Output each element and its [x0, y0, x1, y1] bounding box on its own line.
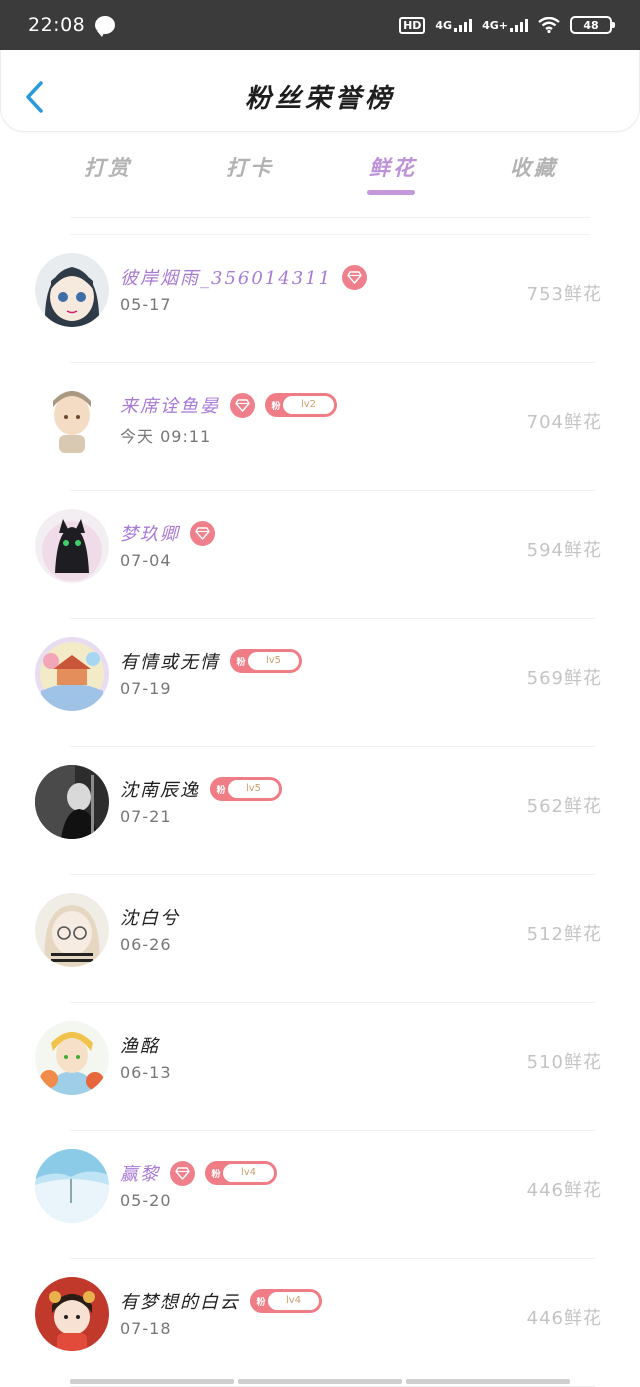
battery-icon: 48: [570, 16, 615, 34]
tab-favorites[interactable]: 收藏: [510, 152, 558, 182]
fan-level-badge: 粉 lv5: [230, 649, 302, 673]
home-indicator: [70, 1379, 570, 1384]
diamond-icon: [170, 1160, 195, 1186]
name-line: 沈南辰逸粉 lv5: [120, 777, 282, 801]
avatar[interactable]: [35, 1277, 109, 1351]
fan-row[interactable]: 有梦想的白云粉 lv4 07-18 446鲜花: [0, 1259, 640, 1387]
divider: [70, 217, 590, 218]
tab-reward[interactable]: 打赏: [84, 152, 132, 182]
flower-count: 446鲜花: [526, 1180, 602, 1201]
avatar[interactable]: [35, 1021, 109, 1095]
diamond-icon: [190, 520, 215, 546]
fan-date: 06-26: [120, 935, 172, 954]
hd-icon: HD: [399, 16, 426, 34]
fan-info: 彼岸烟雨_356014311 05-17: [120, 264, 368, 314]
fan-row[interactable]: 沈南辰逸粉 lv5 07-21 562鲜花: [0, 747, 640, 875]
flower-count: 512鲜花: [526, 924, 602, 945]
wifi-icon: [538, 17, 560, 33]
avatar[interactable]: [35, 893, 109, 967]
signal-icon-2: 4G+: [482, 18, 528, 32]
name-line: 有梦想的白云粉 lv4: [120, 1289, 322, 1313]
page-title: 粉丝荣誉榜: [244, 84, 395, 114]
header: 粉丝荣誉榜: [0, 50, 640, 132]
fan-level-badge: 粉 lv5: [210, 777, 282, 801]
flower-count: 569鲜花: [526, 668, 602, 689]
fan-date: 06-13: [120, 1063, 172, 1082]
flower-count: 562鲜花: [526, 796, 602, 817]
fan-row[interactable]: 沈白兮 06-26 512鲜花: [0, 875, 640, 1003]
fan-info: 有情或无情粉 lv5 07-19: [120, 649, 302, 698]
fan-row[interactable]: 有情或无情粉 lv5 07-19 569鲜花: [0, 619, 640, 747]
fan-name: 梦玖卿: [120, 524, 180, 545]
fan-level: lv4: [268, 1292, 319, 1310]
fan-row[interactable]: 渔酩 06-13 510鲜花: [0, 1003, 640, 1131]
status-bar: 22:08 HD 4G 4G+ 48: [0, 0, 640, 50]
tab-checkin[interactable]: 打卡: [226, 152, 274, 182]
fan-name: 来席诠鱼晏: [120, 396, 220, 417]
fan-row[interactable]: 彼岸烟雨_356014311 05-17 753鲜花: [0, 235, 640, 363]
flower-count: 510鲜花: [526, 1052, 602, 1073]
name-line: 有情或无情粉 lv5: [120, 649, 302, 673]
status-indicators: HD 4G 4G+ 48: [399, 16, 615, 34]
fan-ranking-list: 彼岸烟雨_356014311 05-17 753鲜花来席诠鱼晏 粉 lv2 今天 09:1…: [0, 235, 640, 1387]
fan-name: 渔酩: [120, 1036, 160, 1057]
avatar[interactable]: [35, 381, 109, 455]
fan-date: 07-19: [120, 679, 172, 698]
fan-info: 梦玖卿 07-04: [120, 520, 215, 570]
name-line: 梦玖卿: [120, 520, 215, 546]
name-line: 赢黎 粉 lv4: [120, 1160, 277, 1186]
name-line: 彼岸烟雨_356014311: [120, 264, 368, 290]
name-line: 来席诠鱼晏 粉 lv2: [120, 392, 337, 418]
avatar[interactable]: [35, 509, 109, 583]
flower-count: 594鲜花: [526, 540, 602, 561]
flower-count: 446鲜花: [526, 1308, 602, 1329]
fan-info: 来席诠鱼晏 粉 lv2 今天 09:11: [120, 392, 337, 447]
status-time: 22:08: [28, 14, 86, 36]
fan-info: 沈白兮 06-26: [120, 905, 180, 954]
fan-level: lv2: [283, 396, 334, 414]
avatar[interactable]: [35, 637, 109, 711]
fan-date: 07-21: [120, 807, 172, 826]
fan-level-badge: 粉 lv2: [265, 393, 337, 417]
fan-name: 沈南辰逸: [120, 780, 200, 801]
fan-name: 有梦想的白云: [120, 1292, 240, 1313]
fan-level: lv4: [223, 1164, 274, 1182]
fan-date: 05-17: [120, 295, 172, 314]
fan-info: 渔酩 06-13: [120, 1033, 172, 1082]
avatar[interactable]: [35, 253, 109, 327]
fan-row[interactable]: 来席诠鱼晏 粉 lv2 今天 09:11 704鲜花: [0, 363, 640, 491]
fan-name: 彼岸烟雨_356014311: [120, 268, 333, 289]
tab-bar: 打赏 打卡 鲜花 收藏: [0, 140, 640, 200]
diamond-icon: [342, 264, 368, 290]
fan-level: lv5: [248, 652, 299, 670]
tab-active-indicator: [367, 190, 415, 195]
fan-name: 有情或无情: [120, 652, 220, 673]
fan-level-badge: 粉 lv4: [205, 1161, 277, 1185]
fan-row[interactable]: 梦玖卿 07-04 594鲜花: [0, 491, 640, 619]
fan-info: 有梦想的白云粉 lv4 07-18: [120, 1289, 322, 1338]
avatar[interactable]: [35, 765, 109, 839]
flower-count: 753鲜花: [526, 284, 602, 305]
fan-date: 05-20: [120, 1191, 172, 1210]
fan-date: 07-18: [120, 1319, 172, 1338]
fan-name: 赢黎: [120, 1164, 160, 1185]
fan-level-badge: 粉 lv4: [250, 1289, 322, 1313]
diamond-icon: [230, 392, 255, 418]
fan-info: 沈南辰逸粉 lv5 07-21: [120, 777, 282, 826]
avatar[interactable]: [35, 1149, 109, 1223]
signal-icon-1: 4G: [435, 18, 473, 32]
fan-date: 今天 09:11: [120, 427, 212, 446]
fan-name: 沈白兮: [120, 908, 180, 929]
fan-date: 07-04: [120, 551, 172, 570]
name-line: 渔酩: [120, 1033, 172, 1057]
fan-row[interactable]: 赢黎 粉 lv4 05-20 446鲜花: [0, 1131, 640, 1259]
flower-count: 704鲜花: [526, 412, 602, 433]
name-line: 沈白兮: [120, 905, 180, 929]
fan-level: lv5: [228, 780, 279, 798]
message-icon: [95, 16, 116, 37]
fan-info: 赢黎 粉 lv4 05-20: [120, 1160, 277, 1210]
tab-flowers[interactable]: 鲜花: [369, 152, 417, 182]
